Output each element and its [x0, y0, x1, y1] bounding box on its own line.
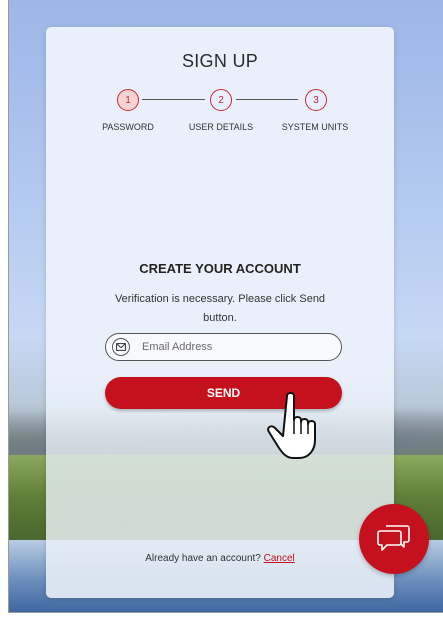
email-field[interactable] — [105, 333, 342, 361]
step-1-label: PASSWORD — [102, 122, 154, 132]
background-scene: SIGN UP 1 2 3 PASSWORD USER DETAILS SYST… — [8, 0, 443, 613]
step-2-label: USER DETAILS — [188, 122, 254, 132]
signin-prompt: Already have an account? Cancel — [46, 553, 394, 564]
cancel-link[interactable]: Cancel — [264, 553, 295, 564]
chat-bubbles-icon — [377, 522, 411, 557]
step-3-circle: 3 — [305, 89, 327, 111]
section-heading: CREATE YOUR ACCOUNT — [139, 261, 301, 276]
page-title: SIGN UP — [181, 51, 259, 71]
step-1-circle: 1 — [117, 89, 139, 111]
verification-description: Verification is necessary. Please click … — [114, 293, 326, 324]
mail-icon — [112, 338, 130, 356]
signin-prompt-text: Already have an account? — [145, 553, 261, 564]
step-2-circle: 2 — [210, 89, 232, 111]
step-connector-1 — [142, 99, 205, 100]
email-input[interactable] — [140, 340, 324, 354]
step-connector-2 — [236, 99, 298, 100]
chat-button[interactable] — [359, 504, 429, 574]
pointer-hand-icon — [267, 392, 316, 459]
signup-card: SIGN UP 1 2 3 PASSWORD USER DETAILS SYST… — [46, 27, 394, 598]
step-3-label: SYSTEM UNITS — [281, 122, 349, 132]
